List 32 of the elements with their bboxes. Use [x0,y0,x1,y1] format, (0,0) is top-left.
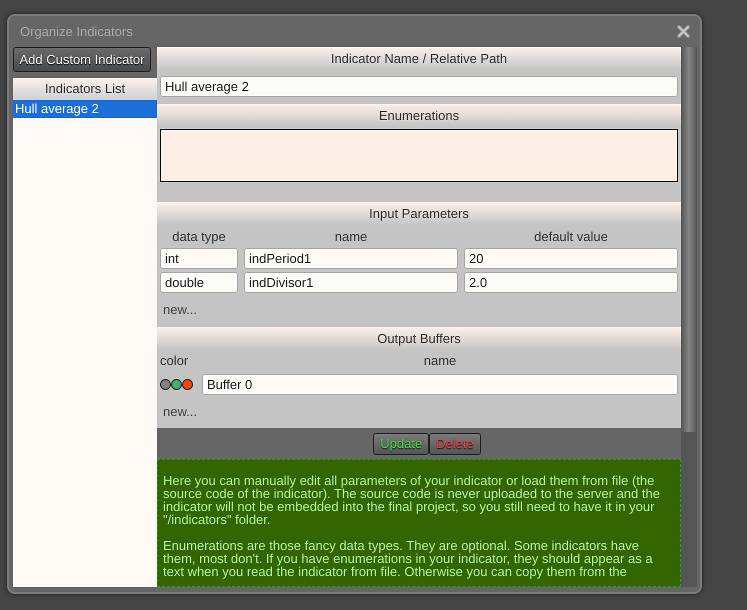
scrollbar-thumb[interactable] [682,47,696,432]
list-item[interactable]: Hull average 2 [13,100,157,118]
buffer-name-field[interactable]: Buffer 0 [202,374,678,395]
list-header: Indicators List [13,78,157,100]
section-header: Output Buffers [157,327,681,350]
help-paragraph: Enumerations are those fancy data types. They are optional. Some indicators have them, most don't. If you have enumerations in your indicator, they should appear as a text when you read the indicator from file. Otherwise you can copy them from the [163,539,654,578]
default-value-field[interactable]: 20 [464,248,678,269]
section-header: Input Parameters [157,202,681,225]
column-label: name [424,352,456,370]
column-label: color [160,352,188,370]
section-header: Enumerations [157,104,681,127]
add-custom-indicator-button[interactable]: Add Custom Indicator [13,47,151,72]
color-swatch-icon[interactable] [182,379,193,390]
new-link[interactable]: new... [163,300,197,320]
indicator-name-field[interactable]: Hull average 2 [160,76,678,97]
data-type-field[interactable]: double [160,272,238,293]
data-type-field[interactable]: int [160,248,238,269]
column-label: data type [172,228,226,246]
color-swatch-icon[interactable] [171,379,182,390]
close-icon[interactable] [677,25,690,38]
column-label: name [334,228,368,246]
window-title: Organize Indicators [20,22,133,41]
default-value-field[interactable]: 2.0 [464,272,678,293]
parameter-name-field[interactable]: indDivisor1 [244,272,458,293]
enumerations-field[interactable] [160,129,678,182]
help-paragraph: Here you can manually edit all parameters of your indicator or load them from file (the source code of the indicator). The source code is never uploaded to the server and the indicator will not be embedded into the final project, so you still need to have it in your "/indicators" folder. [163,474,661,526]
parameter-name-field[interactable]: indPeriod1 [244,248,458,269]
new-link[interactable]: new... [163,402,197,422]
section-header: Indicator Name / Relative Path [157,47,681,70]
column-label: default value [534,228,608,246]
color-swatch-icon[interactable] [160,379,171,390]
scrollbar-track[interactable] [681,47,697,587]
